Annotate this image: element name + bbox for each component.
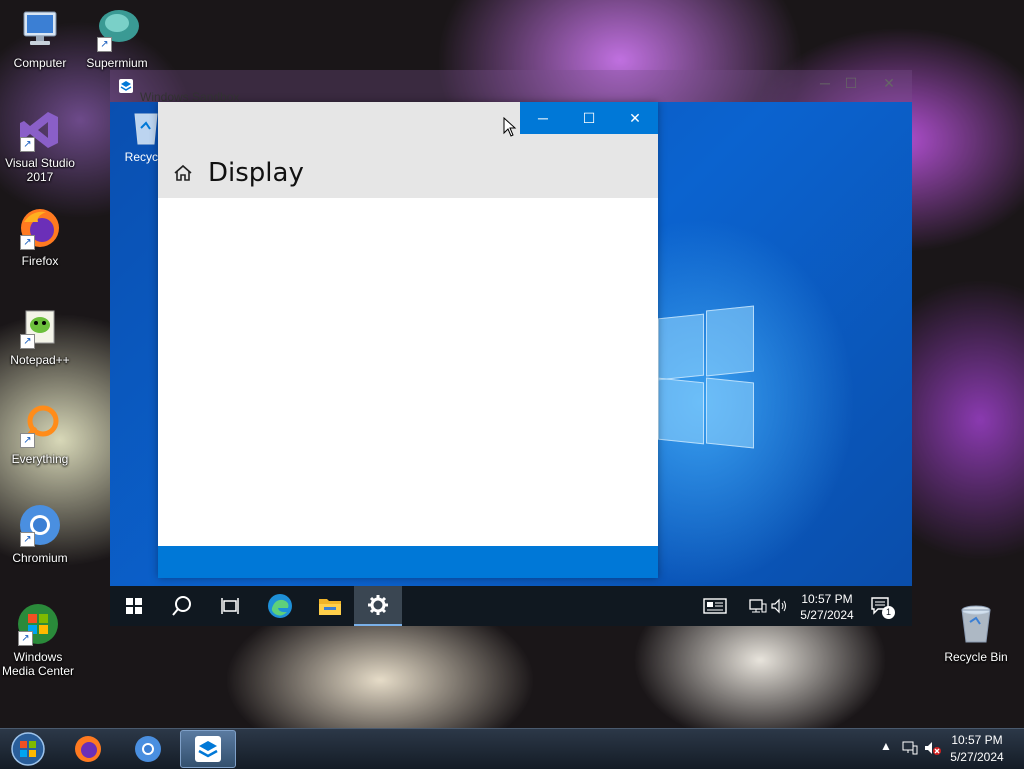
task-view-icon xyxy=(221,598,239,614)
host-taskbar: ▲ 10:57 PM 5/27/2024 xyxy=(0,728,1024,769)
desktop-icon-label: Chromium xyxy=(12,551,68,565)
notepad-plus-plus-icon: ↗ xyxy=(18,305,62,349)
windows-orb-icon xyxy=(11,732,45,766)
computer-icon xyxy=(18,8,62,52)
show-hidden-icons-button[interactable]: ▲ xyxy=(880,739,892,753)
sandbox-clock[interactable]: 10:57 PM 5/27/2024 xyxy=(790,591,864,623)
settings-content xyxy=(158,198,658,546)
host-taskbar-firefox[interactable] xyxy=(60,730,116,768)
host-clock-time: 10:57 PM xyxy=(951,733,1003,747)
desktop-icon-label: Computer xyxy=(13,56,67,70)
supermium-icon: ↗ xyxy=(95,8,139,52)
windows-logo-wallpaper xyxy=(658,302,754,450)
sandbox-clock-time: 10:57 PM xyxy=(801,592,853,606)
sandbox-close-button[interactable]: ✕ xyxy=(872,72,906,94)
desktop-icon-computer[interactable]: Computer xyxy=(0,8,80,70)
host-taskbar-sandbox[interactable] xyxy=(180,730,236,768)
desktop-icon-recycle-bin[interactable]: Recycle Bin xyxy=(936,602,1016,664)
desktop-icon-label: Notepad++ xyxy=(10,353,70,367)
search-button[interactable] xyxy=(158,586,206,626)
edge-icon xyxy=(268,594,292,618)
host-taskbar-chromium[interactable] xyxy=(120,730,176,768)
volume-button[interactable] xyxy=(770,586,790,626)
host-clock[interactable]: 10:57 PM 5/27/2024 xyxy=(944,732,1010,766)
search-icon xyxy=(172,596,191,616)
firefox-icon: ↗ xyxy=(18,206,62,250)
news-widget-button[interactable] xyxy=(700,586,730,626)
shortcut-arrow-icon: ↗ xyxy=(20,235,35,250)
host-start-button[interactable] xyxy=(0,730,56,768)
desktop-icon-chromium[interactable]: ↗ Chromium xyxy=(0,503,80,565)
action-center-button[interactable]: 1 xyxy=(866,586,896,626)
host-network-icon[interactable] xyxy=(902,740,918,759)
settings-footer-strip xyxy=(158,546,658,578)
recycle-bin-icon xyxy=(954,602,998,646)
page-title: Display xyxy=(208,158,304,188)
windows-media-center-icon: ↗ xyxy=(16,602,60,646)
visual-studio-icon: ↗ xyxy=(18,108,62,152)
desktop-icon-label: Supermium xyxy=(86,56,148,70)
mouse-cursor-icon xyxy=(503,116,517,142)
desktop-icon-notepad-plus-plus[interactable]: ↗ Notepad++ xyxy=(0,305,80,367)
home-icon[interactable] xyxy=(172,162,194,184)
shortcut-arrow-icon: ↗ xyxy=(20,532,35,547)
desktop-icon-label: Visual Studio 2017 xyxy=(5,156,75,184)
shortcut-arrow-icon: ↗ xyxy=(20,433,35,448)
taskbar-settings-button[interactable] xyxy=(354,586,402,626)
desktop-icon-label: Firefox xyxy=(21,254,59,268)
settings-close-button[interactable]: ✕ xyxy=(612,102,658,134)
shortcut-arrow-icon: ↗ xyxy=(20,334,35,349)
sandbox-clock-date: 5/27/2024 xyxy=(800,608,854,622)
notification-count-badge: 1 xyxy=(882,606,895,619)
taskbar-edge-button[interactable] xyxy=(256,586,304,626)
desktop-icon-everything[interactable]: ↗ Everything xyxy=(0,404,80,466)
folder-icon xyxy=(319,599,341,615)
everything-search-icon: ↗ xyxy=(18,404,62,448)
taskbar-file-explorer-button[interactable] xyxy=(306,586,354,626)
task-view-button[interactable] xyxy=(206,586,254,626)
desktop-icon-windows-media-center[interactable]: ↗ Windows Media Center xyxy=(0,602,78,678)
start-button[interactable] xyxy=(110,586,158,626)
network-icon xyxy=(749,599,767,613)
sandbox-icon xyxy=(195,736,221,762)
desktop-icon-firefox[interactable]: ↗ Firefox xyxy=(0,206,80,268)
sandbox-titlebar[interactable]: Windows Sandbox ─ ☐ ✕ xyxy=(110,70,912,104)
settings-maximize-button[interactable]: ☐ xyxy=(566,102,612,134)
gear-icon xyxy=(368,595,388,615)
sandbox-app-icon xyxy=(118,78,134,99)
desktop-icon-label: Windows Media Center xyxy=(1,650,75,678)
desktop-icon-visual-studio[interactable]: ↗ Visual Studio 2017 xyxy=(0,108,80,184)
host-clock-date: 5/27/2024 xyxy=(950,750,1004,764)
settings-header: Display xyxy=(158,134,658,198)
desktop-icon-label: Everything xyxy=(11,452,69,466)
settings-window: ─ ☐ ✕ Display xyxy=(158,102,658,578)
settings-minimize-button[interactable]: ─ xyxy=(520,102,566,134)
network-button[interactable] xyxy=(748,586,768,626)
shortcut-arrow-icon: ↗ xyxy=(18,631,33,646)
sandbox-taskbar: 10:57 PM 5/27/2024 1 xyxy=(110,586,912,626)
firefox-icon xyxy=(75,736,101,762)
host-volume-muted-icon[interactable] xyxy=(924,740,942,759)
desktop-icon-label: Recycle Bin xyxy=(944,650,1008,664)
news-icon xyxy=(703,598,727,614)
shortcut-arrow-icon: ↗ xyxy=(97,37,112,52)
speaker-icon xyxy=(771,598,786,614)
chromium-icon: ↗ xyxy=(18,503,62,547)
shortcut-arrow-icon: ↗ xyxy=(20,137,35,152)
chromium-icon xyxy=(135,736,161,762)
settings-window-controls: ─ ☐ ✕ xyxy=(520,102,658,134)
sandbox-maximize-button[interactable]: ☐ xyxy=(834,72,868,94)
desktop-icon-supermium[interactable]: ↗ Supermium xyxy=(77,8,157,70)
windows-start-icon xyxy=(126,598,142,614)
